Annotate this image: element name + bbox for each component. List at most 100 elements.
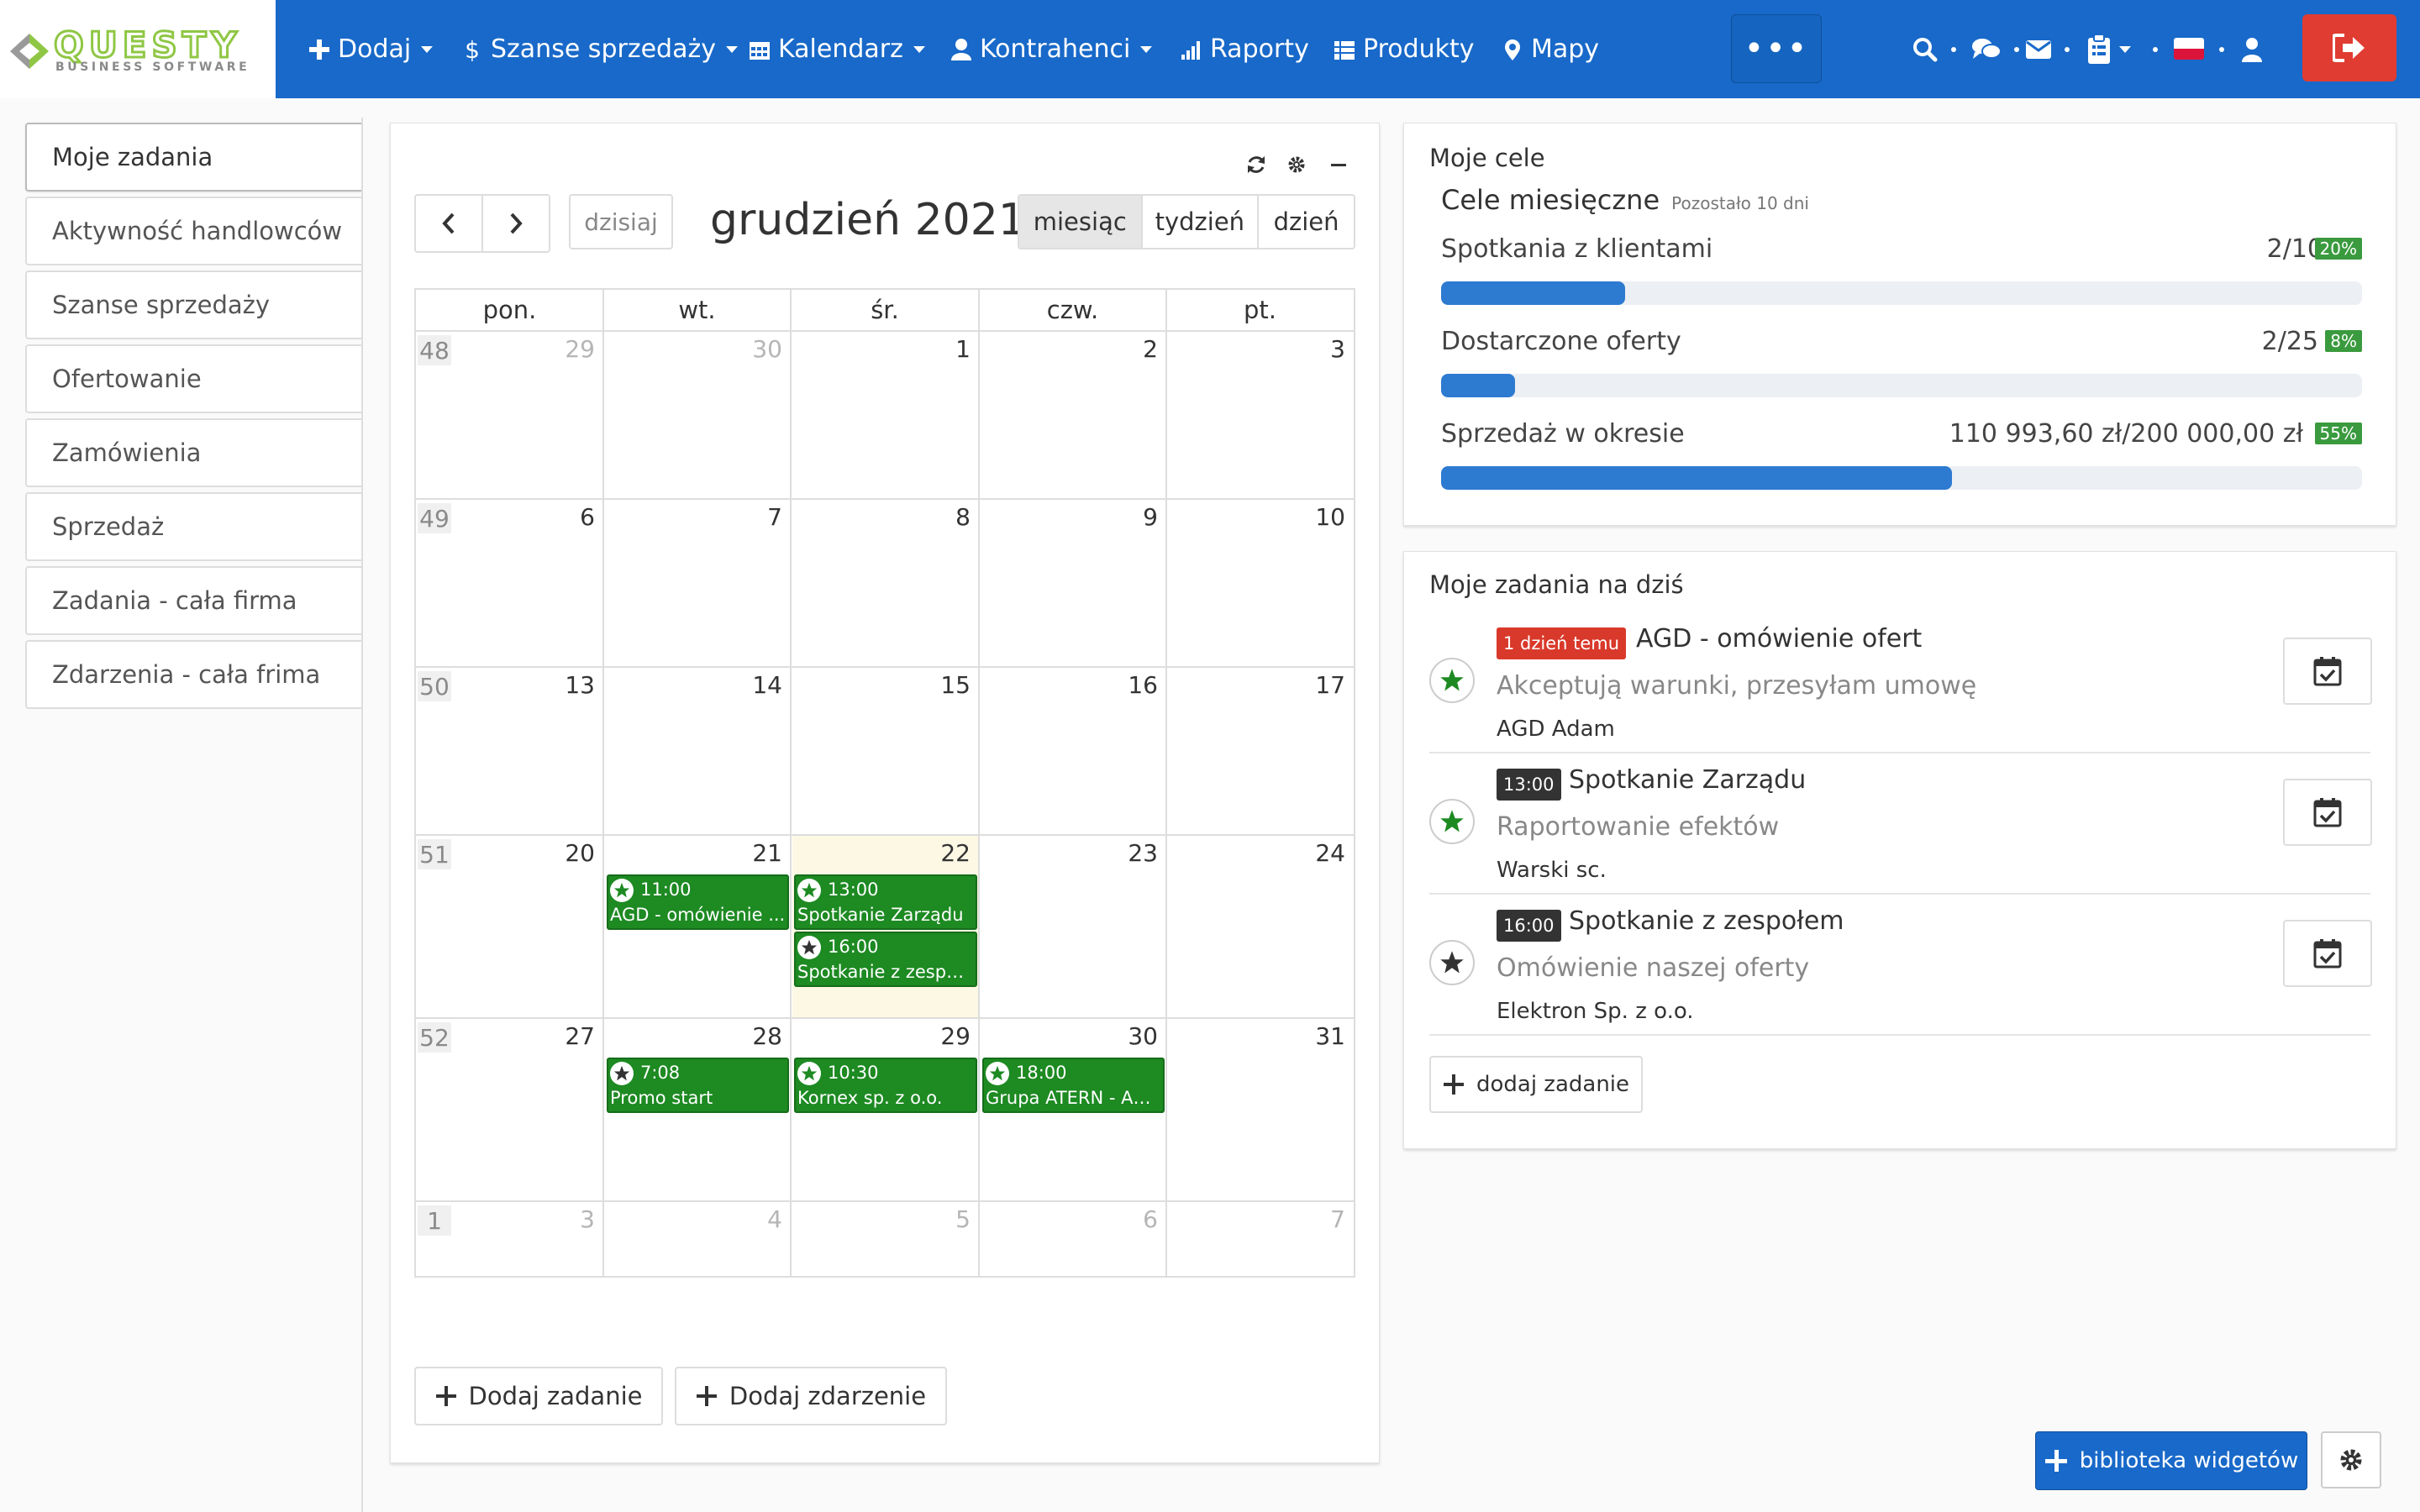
svg-text:$: $ <box>465 38 480 61</box>
task-client[interactable]: Warski sc. <box>1497 858 1607 883</box>
day-number: 8 <box>955 503 971 531</box>
goal-progress-fill <box>1441 374 1515 397</box>
day-number: 5 <box>955 1205 971 1233</box>
task-time-badge: 13:00 <box>1497 769 1561 801</box>
week-number[interactable]: 50 <box>418 671 451 701</box>
dashboard-settings-button[interactable] <box>2321 1431 2381 1488</box>
task-title[interactable]: Spotkanie Zarządu <box>1569 765 1806 795</box>
weekday-header: wt. <box>678 296 716 324</box>
tasks-widget: Moje zadania na dziś 1 dzień temu AGD - o… <box>1403 551 2396 1149</box>
add-task-button[interactable]: Dodaj zadanie <box>414 1367 663 1425</box>
sign-out-icon <box>2333 34 2365 62</box>
separator-dot <box>1951 47 1956 52</box>
event-title: Kornex sp. z o.o. <box>797 1088 943 1108</box>
nav-calendar[interactable]: Kalendarz <box>748 0 925 98</box>
widget-library-button[interactable]: biblioteka widgetów <box>2035 1431 2307 1490</box>
star-icon[interactable] <box>1429 658 1475 703</box>
logo-text: QUESTY <box>53 24 242 66</box>
view-tab[interactable]: dzień <box>1259 196 1354 248</box>
calendar-event[interactable]: 11:00 AGD - omówienie ... <box>607 874 789 930</box>
day-number: 2 <box>1143 335 1158 363</box>
task-item[interactable]: 16:00 Spotkanie z zespołem Omówienie nasze… <box>1429 895 2372 1036</box>
week-number[interactable]: 48 <box>418 335 451 365</box>
task-title[interactable]: AGD - omówienie ofert <box>1636 624 1922 654</box>
nav-label: Raporty <box>1210 34 1309 64</box>
mail-icon[interactable] <box>2025 34 2052 66</box>
sidebar-item[interactable]: Aktywność handlowców <box>25 197 361 265</box>
left-menu-divider <box>361 118 363 1512</box>
sidebar-item[interactable]: Sprzedaż <box>25 492 361 561</box>
sidebar-item[interactable]: Zadania - cała firma <box>25 566 361 635</box>
week-number[interactable]: 49 <box>418 503 451 533</box>
plus-icon <box>1443 1074 1464 1095</box>
week-number[interactable]: 1 <box>418 1205 451 1236</box>
nav-label: Kontrahenci <box>980 34 1131 64</box>
star-icon[interactable] <box>1429 799 1475 844</box>
star-icon[interactable] <box>1429 940 1475 985</box>
star-icon <box>797 936 821 959</box>
logo[interactable]: QUESTY BUSINESS SOFTWARE <box>0 0 276 98</box>
sidebar-item[interactable]: Szanse sprzedaży <box>25 270 361 339</box>
nav-user[interactable]: Kontrahenci <box>950 0 1153 98</box>
calendar-event[interactable]: 7:08 Promo start <box>607 1058 789 1113</box>
day-number: 7 <box>767 503 782 531</box>
calendar-event[interactable]: 10:30 Kornex sp. z o.o. <box>794 1058 977 1113</box>
sidebar-item[interactable]: Zdarzenia - cała frima <box>25 640 361 709</box>
task-title[interactable]: Spotkanie z zespołem <box>1569 906 1844 936</box>
nav-plus[interactable]: Dodaj <box>308 0 434 98</box>
sidebar-item[interactable]: Ofertowanie <box>25 344 361 413</box>
week-number[interactable]: 51 <box>418 839 451 869</box>
day-number: 31 <box>1315 1022 1345 1050</box>
separator-dot <box>2065 47 2070 52</box>
more-button[interactable]: ••• <box>1731 14 1822 83</box>
task-item[interactable]: 1 dzień temu AGD - omówienie ofert Akceptu… <box>1429 612 2372 753</box>
clipboard-icon[interactable] <box>2087 34 2131 66</box>
chat-icon[interactable] <box>1971 34 2002 66</box>
refresh-icon[interactable] <box>1246 152 1266 177</box>
calendar-event[interactable]: 16:00 Spotkanie z zespoł... <box>794 932 977 987</box>
event-title: Grupa ATERN - Aud... <box>986 1088 1161 1108</box>
task-client[interactable]: Elektron Sp. z o.o. <box>1497 999 1694 1024</box>
nav-dollar[interactable]: $ Szanse sprzedaży <box>460 0 738 98</box>
event-title: AGD - omówienie ... <box>610 905 786 925</box>
nav-bar-chart[interactable]: Raporty <box>1180 0 1309 98</box>
minimize-icon[interactable] <box>1330 152 1347 177</box>
add-event-button[interactable]: Dodaj zdarzenie <box>675 1367 947 1425</box>
goal-progress-bar <box>1441 281 2362 305</box>
gear-icon[interactable] <box>1286 152 1307 177</box>
user-profile-icon[interactable] <box>2241 34 2263 66</box>
sidebar-item[interactable]: Zamówienia <box>25 418 361 487</box>
search-icon[interactable] <box>1912 34 1938 66</box>
task-client[interactable]: AGD Adam <box>1497 717 1615 742</box>
calendar-event[interactable]: 18:00 Grupa ATERN - Aud... <box>982 1058 1165 1113</box>
calendar-check-icon <box>2313 798 2342 827</box>
prev-month-button[interactable] <box>416 196 483 251</box>
complete-task-button[interactable] <box>2283 920 2372 987</box>
top-navbar: QUESTY BUSINESS SOFTWARE Dodaj $ Szanse sp… <box>0 0 2420 98</box>
calendar-title: grudzień 2021 <box>710 195 1026 245</box>
task-item[interactable]: 13:00 Spotkanie Zarządu Raportowanie efekt… <box>1429 753 2372 895</box>
add-task-small-button[interactable]: dodaj zadanie <box>1429 1056 1643 1113</box>
view-tab[interactable]: miesiąc <box>1019 196 1143 248</box>
flag-pl-icon[interactable] <box>2174 38 2204 60</box>
today-button[interactable]: dzisiaj <box>569 194 673 249</box>
week-number[interactable]: 52 <box>418 1022 451 1053</box>
plus-icon <box>2044 1450 2067 1472</box>
event-title: Promo start <box>610 1088 713 1108</box>
calendar-event[interactable]: 13:00 Spotkanie Zarządu <box>794 874 977 930</box>
complete-task-button[interactable] <box>2283 779 2372 846</box>
logout-button[interactable] <box>2302 14 2396 81</box>
weekday-header: czw. <box>1046 296 1099 324</box>
complete-task-button[interactable] <box>2283 638 2372 705</box>
chevron-left-icon <box>442 213 455 234</box>
nav-list[interactable]: Produkty <box>1333 0 1475 98</box>
calendar-check-icon <box>2313 657 2342 686</box>
next-month-button[interactable] <box>483 196 549 251</box>
nav-map-marker[interactable]: Mapy <box>1501 0 1599 98</box>
day-number: 6 <box>1143 1205 1158 1233</box>
view-tab[interactable]: tydzień <box>1143 196 1260 248</box>
star-icon <box>610 1062 634 1085</box>
weekday-header: pon. <box>482 296 537 324</box>
task-time-badge: 16:00 <box>1497 910 1561 942</box>
sidebar-item[interactable]: Moje zadania <box>25 123 361 192</box>
